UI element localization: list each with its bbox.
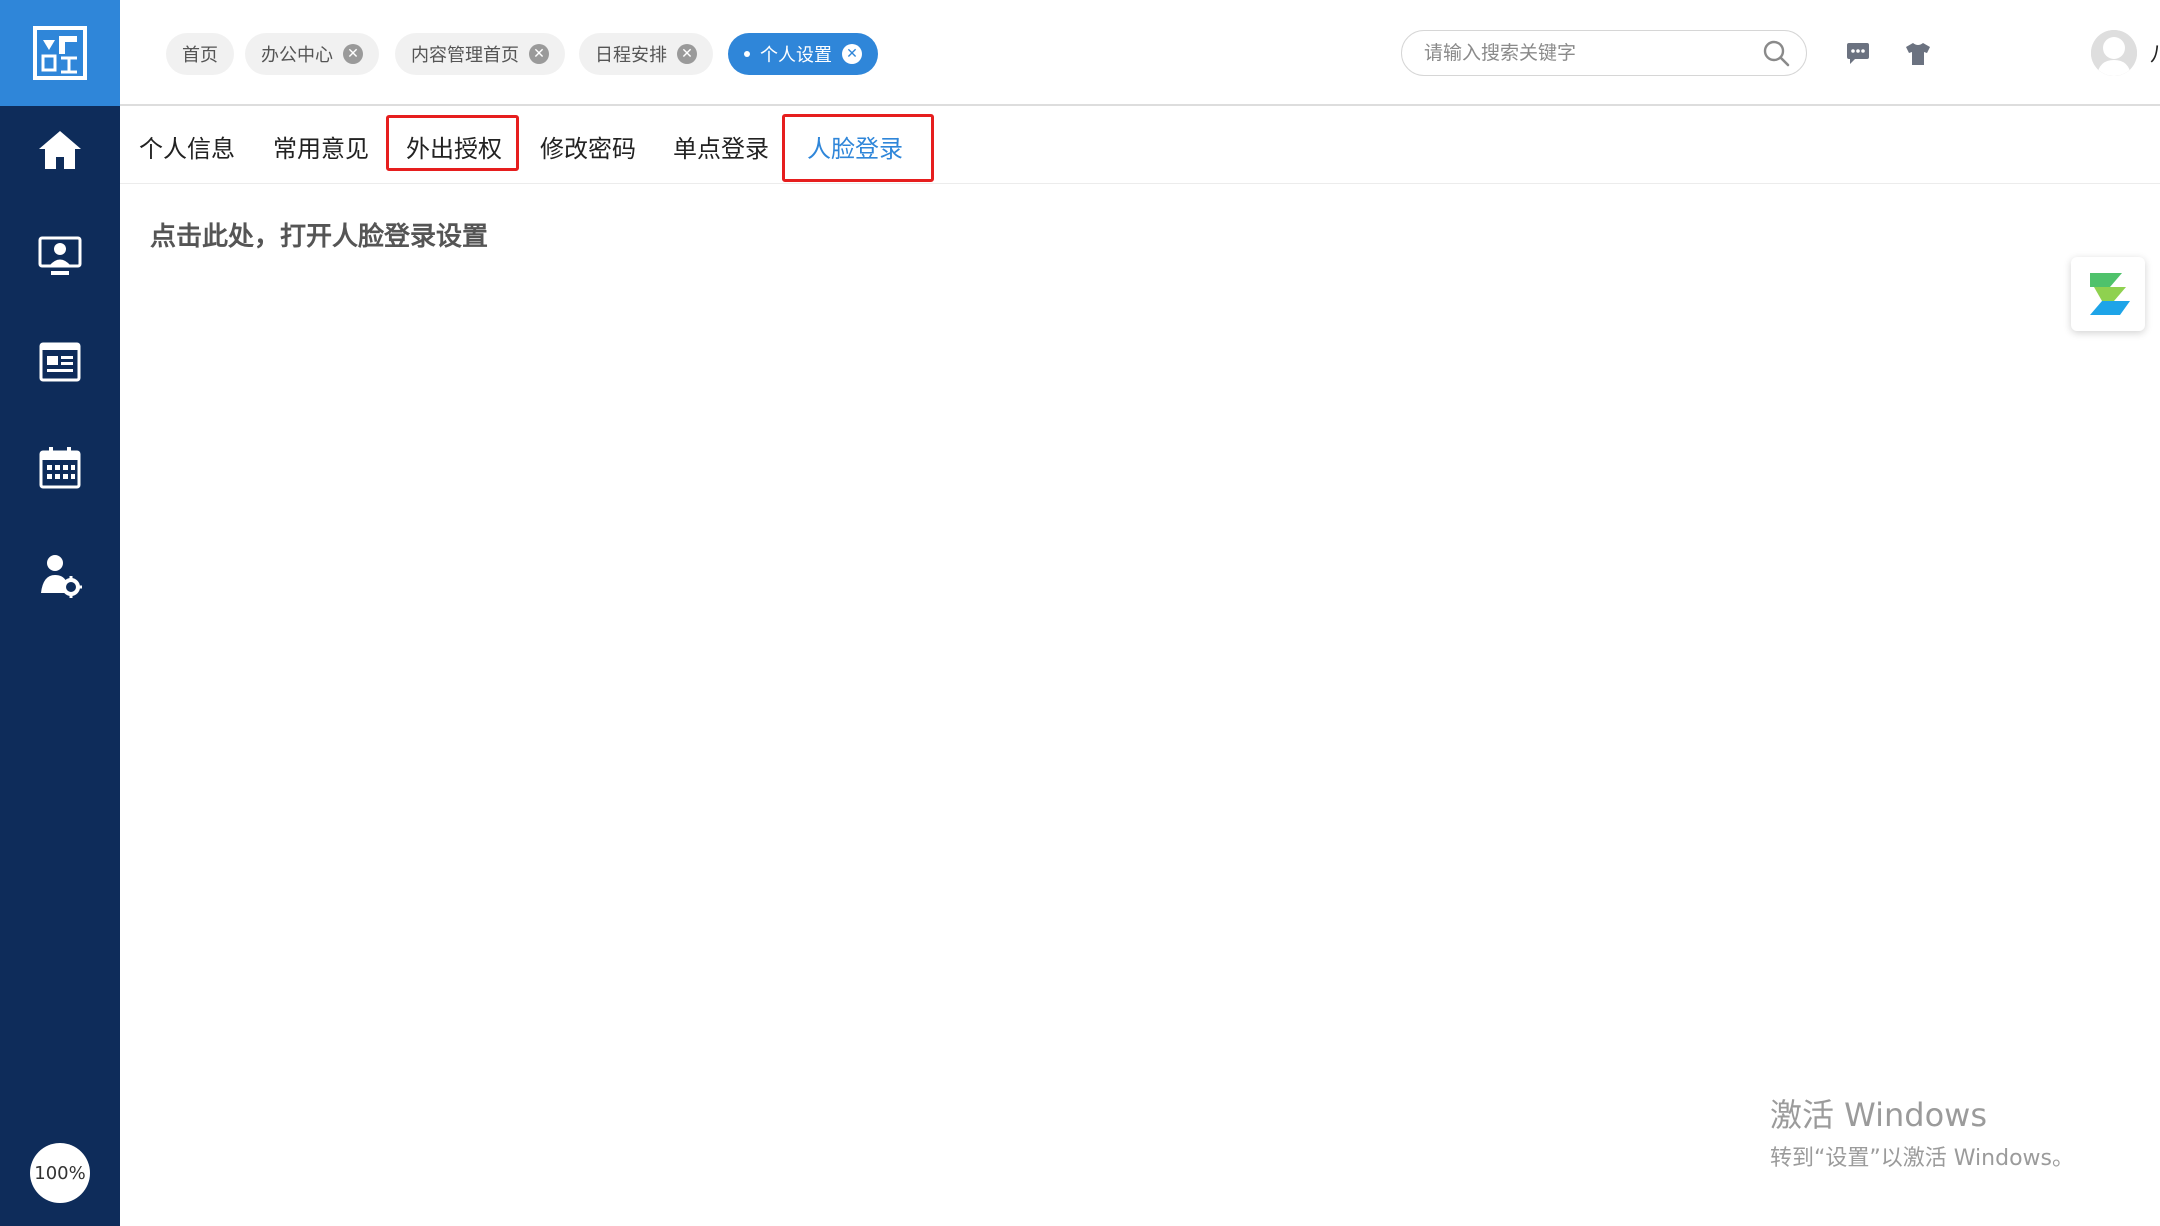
monitor-user-icon <box>38 236 82 275</box>
stacked-layers-icon <box>2090 273 2130 315</box>
tab-home[interactable]: 首页 <box>166 33 234 75</box>
active-dot-icon <box>744 51 750 57</box>
sidebar-item-news[interactable] <box>0 322 120 402</box>
logo-icon <box>33 26 87 80</box>
sidebar-item-user-settings[interactable] <box>0 536 120 616</box>
watermark-title: 激活 Windows <box>1770 1096 1988 1134</box>
tshirt-icon <box>1906 43 1930 65</box>
close-icon[interactable]: ✕ <box>842 44 862 64</box>
tab-label: 内容管理首页 <box>411 45 519 66</box>
user-settings-icon <box>41 555 82 598</box>
watermark-subtitle: 转到“设置”以激活 Windows。 <box>1770 1146 2074 1171</box>
subtab-single-sign-on[interactable]: 单点登录 <box>673 108 769 184</box>
settings-subtabs: 个人信息 常用意见 外出授权 修改密码 单点登录 人脸登录 <box>120 108 2160 184</box>
home-icon <box>39 131 81 169</box>
search-input[interactable] <box>1422 41 1762 65</box>
tab-label: 日程安排 <box>595 45 667 66</box>
news-icon <box>39 342 81 382</box>
calendar-icon <box>39 447 81 489</box>
avatar[interactable] <box>2091 30 2137 76</box>
subtab-personal-info[interactable]: 个人信息 <box>139 108 235 184</box>
subtab-common-opinions[interactable]: 常用意见 <box>273 108 369 184</box>
top-bar: 首页 办公中心 ✕ 内容管理首页 ✕ 日程安排 ✕ 个人设置 ✕ 请输入搜索关键… <box>120 0 2160 106</box>
open-face-login-settings-link[interactable]: 点击此处，打开人脸登录设置 <box>150 216 488 253</box>
theme-skin-button[interactable] <box>1902 38 1934 70</box>
tab-label: 个人设置 <box>760 45 832 66</box>
tab-personal-settings[interactable]: 个人设置 ✕ <box>728 33 878 75</box>
search-box <box>1401 30 1807 76</box>
close-icon[interactable]: ✕ <box>677 44 697 64</box>
zoom-level-label: 100% <box>34 1162 86 1184</box>
close-icon[interactable]: ✕ <box>343 44 363 64</box>
tab-schedule[interactable]: 日程安排 ✕ <box>579 33 713 75</box>
subtab-change-password[interactable]: 修改密码 <box>540 108 636 184</box>
tab-label: 办公中心 <box>261 45 333 66</box>
tab-office-center[interactable]: 办公中心 ✕ <box>245 33 379 75</box>
sidebar: 100% <box>0 0 120 1226</box>
floating-assistant-button[interactable] <box>2071 257 2145 331</box>
app-logo[interactable] <box>0 0 120 106</box>
tab-label: 首页 <box>182 45 218 66</box>
search-icon[interactable] <box>1762 39 1790 67</box>
subtab-face-login[interactable]: 人脸登录 <box>807 108 903 184</box>
user-silhouette-icon <box>2091 30 2137 76</box>
tab-content-management[interactable]: 内容管理首页 ✕ <box>395 33 565 75</box>
close-icon[interactable]: ✕ <box>529 44 549 64</box>
sidebar-item-calendar[interactable] <box>0 428 120 508</box>
subtab-out-authorization[interactable]: 外出授权 <box>406 108 502 184</box>
sidebar-item-monitor-user[interactable] <box>0 216 120 296</box>
message-button[interactable] <box>1842 38 1874 70</box>
user-name[interactable]: 八一街道A <box>2150 38 2160 68</box>
chat-bubble-icon <box>1847 43 1869 64</box>
zoom-level-badge[interactable]: 100% <box>30 1143 90 1203</box>
windows-activation-watermark: 激活 Windows 转到“设置”以激活 Windows。 <box>1770 1090 2074 1172</box>
sidebar-item-home[interactable] <box>0 110 120 190</box>
